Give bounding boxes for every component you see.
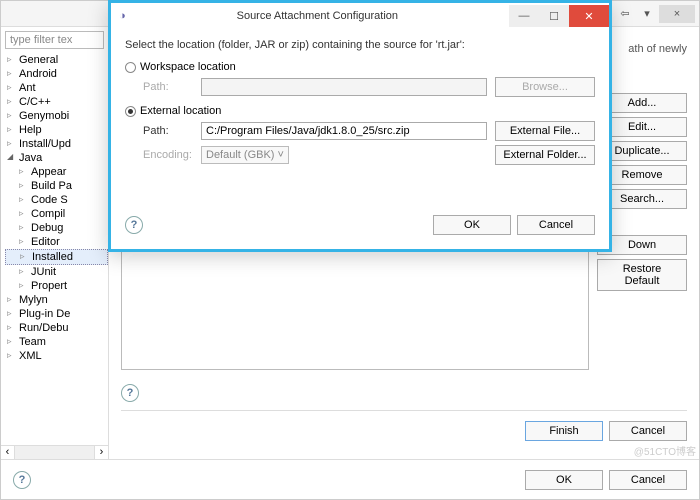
tree-item[interactable]: Propert [5,279,108,293]
tree-item[interactable]: JUnit [5,265,108,279]
watermark: @51CTO博客 [634,443,696,458]
finish-row: Finish Cancel [121,410,687,451]
toolbar-close-icon[interactable]: × [659,5,695,23]
help-icon[interactable]: ? [13,471,31,489]
tree-item[interactable]: Appear [5,165,108,179]
encoding-value: Default (GBK) [206,149,274,161]
fwd-icon[interactable]: ▾ [637,5,657,23]
radio-icon[interactable] [125,106,136,117]
tree-item[interactable]: Team [5,335,108,349]
external-path-input[interactable] [201,122,487,140]
tree-item[interactable]: Ant [5,81,108,95]
tree-item[interactable]: Run/Debu [5,321,108,335]
dialog-body: Select the location (folder, JAR or zip)… [111,29,609,249]
window-buttons: — ☐ ✕ [509,5,609,27]
filter-input[interactable] [5,31,104,49]
path-label: Path: [143,125,193,137]
external-radio-row[interactable]: External location [125,105,595,117]
tree-item[interactable]: Genymobi [5,109,108,123]
tree-item[interactable]: C/C++ [5,95,108,109]
ok-button[interactable]: OK [433,215,511,235]
scroll-track[interactable] [15,446,94,459]
tree-item[interactable]: Help [5,123,108,137]
workspace-path-input [201,78,487,96]
workspace-radio-row[interactable]: Workspace location [125,61,595,73]
help-icon[interactable]: ? [121,384,139,402]
eclipse-icon: ◑ [119,10,126,22]
dialog-titlebar[interactable]: ◑ Source Attachment Configuration — ☐ ✕ [111,3,609,29]
tree-item-installed[interactable]: Installed [5,249,108,265]
tree-item[interactable]: General [5,53,108,67]
minimize-icon[interactable]: — [509,5,539,27]
maximize-icon[interactable]: ☐ [539,5,569,27]
cancel-button[interactable]: Cancel [517,215,595,235]
bottom-bar: ? OK Cancel [1,459,699,499]
encoding-select[interactable]: Default (GBK) ˅ [201,146,289,164]
browse-button: Browse... [495,77,595,97]
encoding-label: Encoding: [143,149,193,161]
cancel-button[interactable]: Cancel [609,470,687,490]
cancel-button[interactable]: Cancel [609,421,687,441]
sidebar: General Android Ant C/C++ Genymobi Help … [1,27,109,459]
finish-button[interactable]: Finish [525,421,603,441]
back-icon[interactable]: ⇦ [615,5,635,23]
dialog-title: Source Attachment Configuration [126,10,509,22]
tree-item[interactable]: Mylyn [5,293,108,307]
tree-item[interactable]: Plug-in De [5,307,108,321]
path-label: Path: [143,81,193,93]
tree-item[interactable]: Build Pa [5,179,108,193]
tree-hscroll[interactable]: ‹ › [1,445,108,459]
dialog-button-row: ? OK Cancel [125,215,595,235]
workspace-path-row: Path: Browse... [143,77,595,97]
tree-item[interactable]: Android [5,67,108,81]
external-folder-button[interactable]: External Folder... [495,145,595,165]
radio-icon[interactable] [125,62,136,73]
tree-item[interactable]: XML [5,349,108,363]
external-label: External location [140,105,221,117]
ok-button[interactable]: OK [525,470,603,490]
external-path-row: Path: External File... [143,121,595,141]
workspace-label: Workspace location [140,61,236,73]
tree-item[interactable]: Editor [5,235,108,249]
instruction-text: Select the location (folder, JAR or zip)… [125,39,595,51]
external-file-button[interactable]: External File... [495,121,595,141]
restore-default-button[interactable]: Restore Default [597,259,687,291]
tree[interactable]: General Android Ant C/C++ Genymobi Help … [1,53,108,445]
tree-item[interactable]: Code S [5,193,108,207]
tree-item[interactable]: Debug [5,221,108,235]
tree-item[interactable]: Compil [5,207,108,221]
scroll-right-icon[interactable]: › [94,446,108,459]
close-icon[interactable]: ✕ [569,5,609,27]
chevron-down-icon: ˅ [278,149,284,161]
encoding-row: Encoding: Default (GBK) ˅ External Folde… [143,145,595,165]
scroll-left-icon[interactable]: ‹ [1,446,15,459]
help-icon[interactable]: ? [125,216,143,234]
tree-item[interactable]: Install/Upd [5,137,108,151]
tree-item-java[interactable]: Java [5,151,108,165]
source-attachment-dialog: ◑ Source Attachment Configuration — ☐ ✕ … [108,0,612,252]
